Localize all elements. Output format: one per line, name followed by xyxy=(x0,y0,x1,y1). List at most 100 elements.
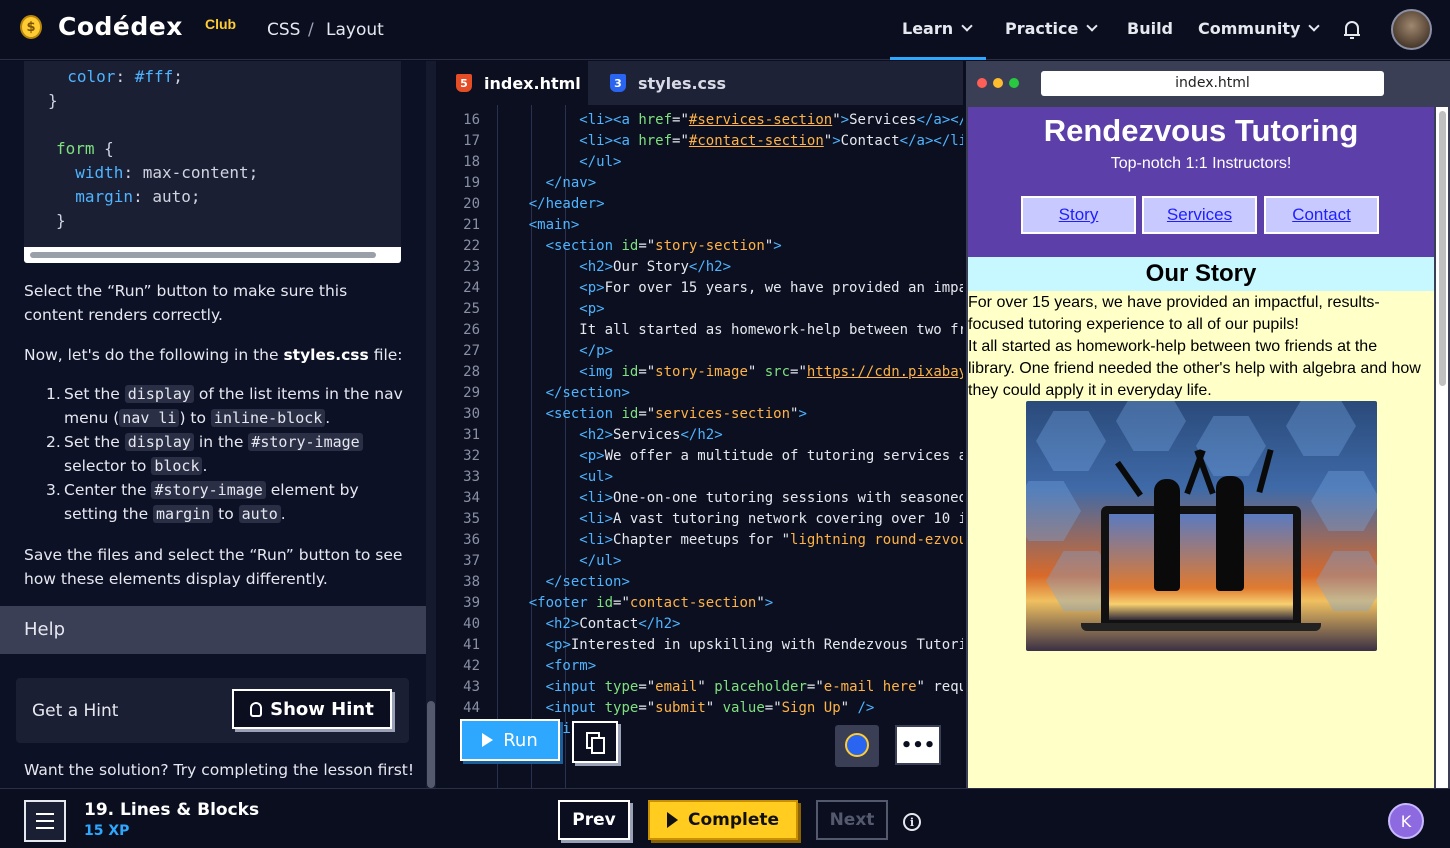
code-text[interactable]: <p> xyxy=(495,301,604,317)
code-line[interactable]: 28 <img id="story-image" src="https://cd… xyxy=(438,364,963,385)
code-line[interactable]: 34 <li>One-on-one tutoring sessions with… xyxy=(438,490,963,511)
code-text[interactable]: </header> xyxy=(495,196,605,212)
code-lines[interactable]: 16 <li><a href="#services-section">Servi… xyxy=(438,112,963,742)
info-icon[interactable]: i xyxy=(903,813,921,831)
code-text[interactable]: <li>One-on-one tutoring sessions with se… xyxy=(495,490,963,506)
story-paragraph-2: It all started as homework-help between … xyxy=(968,338,1421,399)
code-line[interactable]: 24 <p>For over 15 years, we have provide… xyxy=(438,280,963,301)
nav-practice[interactable]: Practice xyxy=(1005,19,1099,38)
lesson-menu-button[interactable] xyxy=(24,800,66,842)
scrollbar-thumb[interactable] xyxy=(30,252,376,258)
code-line[interactable]: 43 <input type="email" placeholder="e-ma… xyxy=(438,679,963,700)
scrollbar-thumb[interactable] xyxy=(1439,111,1446,386)
code-line[interactable]: 21 <main> xyxy=(438,217,963,238)
nav-build[interactable]: Build xyxy=(1127,19,1173,38)
nav-learn[interactable]: Learn xyxy=(902,19,973,38)
code-text[interactable]: <input type="submit" value="Sign Up" /> xyxy=(495,700,875,716)
code-text[interactable]: <h2>Services</h2> xyxy=(495,427,722,443)
complete-button[interactable]: Complete xyxy=(648,800,798,840)
breadcrumb-course[interactable]: CSS xyxy=(267,20,300,40)
code-line[interactable]: 42 <form> xyxy=(438,658,963,679)
code-text[interactable]: <section id="services-section"> xyxy=(495,406,807,422)
tab-index-html[interactable]: 5 index.html xyxy=(438,61,588,105)
code-line[interactable]: 20 </header> xyxy=(438,196,963,217)
code-text[interactable]: <section id="story-section"> xyxy=(495,238,782,254)
site-nav-services[interactable]: Services xyxy=(1142,196,1257,234)
logo-text[interactable]: Codédex xyxy=(58,12,183,41)
code-text[interactable]: <p>Interested in upskilling with Rendezv… xyxy=(495,637,963,653)
code-text[interactable]: <li><a href="#contact-section">Contact</… xyxy=(495,133,963,149)
lesson-panel-scrollbar[interactable] xyxy=(426,61,436,788)
site-nav-contact[interactable]: Contact xyxy=(1264,196,1379,234)
tab-styles-css[interactable]: 3 styles.css xyxy=(610,61,760,105)
person-silhouette xyxy=(1216,476,1244,591)
code-line[interactable]: 35 <li>A vast tutoring network covering … xyxy=(438,511,963,532)
code-text[interactable]: </ul> xyxy=(495,154,621,170)
code-text[interactable]: <main> xyxy=(495,217,580,233)
code-line[interactable]: 32 <p>We offer a multitude of tutoring s… xyxy=(438,448,963,469)
user-avatar[interactable] xyxy=(1391,9,1432,50)
nav-community[interactable]: Community xyxy=(1198,19,1321,38)
code-text[interactable]: <input type="email" placeholder="e-mail … xyxy=(495,679,963,695)
code-text[interactable]: <p>For over 15 years, we have provided a… xyxy=(495,280,963,296)
code-text[interactable]: <img id="story-image" src="https://cdn.p… xyxy=(495,364,963,380)
code-line[interactable]: 23 <h2>Our Story</h2> xyxy=(438,259,963,280)
code-line[interactable]: 16 <li><a href="#services-section">Servi… xyxy=(438,112,963,133)
next-button[interactable]: Next xyxy=(816,800,888,840)
prev-button[interactable]: Prev xyxy=(558,800,630,840)
code-line[interactable]: 39 <footer id="contact-section"> xyxy=(438,595,963,616)
code-line[interactable]: 41 <p>Interested in upskilling with Rend… xyxy=(438,637,963,658)
top-bar: $ Codédex Club CSS / Layout Learn Practi… xyxy=(0,0,1450,60)
code-text[interactable]: <form> xyxy=(495,658,597,674)
code-text[interactable]: <li>Chapter meetups for "lightning round… xyxy=(495,532,963,548)
code-line[interactable]: 40 <h2>Contact</h2> xyxy=(438,616,963,637)
code-text[interactable]: </p> xyxy=(495,343,613,359)
code-line[interactable]: 30 <section id="services-section"> xyxy=(438,406,963,427)
code-line[interactable]: 27 </p> xyxy=(438,343,963,364)
code-line[interactable]: 26 It all started as homework-help betwe… xyxy=(438,322,963,343)
code-text[interactable]: <h2>Our Story</h2> xyxy=(495,259,731,275)
breadcrumb-chapter[interactable]: Layout xyxy=(326,20,384,40)
user-avatar-initial[interactable]: K xyxy=(1388,803,1424,839)
bottom-bar: 19. Lines & Blocks 15 XP Prev Complete N… xyxy=(0,788,1450,848)
code-line[interactable]: 38 </section> xyxy=(438,574,963,595)
run-button[interactable]: Run xyxy=(460,719,560,761)
code-text[interactable]: <p>We offer a multitude of tutoring serv… xyxy=(495,448,963,464)
code-line[interactable]: 19 </nav> xyxy=(438,175,963,196)
help-section-header[interactable]: Help xyxy=(0,606,426,654)
code-text[interactable]: <h2>Contact</h2> xyxy=(495,616,681,632)
scrollbar-thumb[interactable] xyxy=(427,701,435,788)
preview-scrollbar[interactable] xyxy=(1436,107,1448,788)
nav-build-label: Build xyxy=(1127,19,1174,38)
show-hint-button[interactable]: Show Hint xyxy=(232,689,392,729)
site-nav-story[interactable]: Story xyxy=(1021,196,1136,234)
code-snippet-scrollbar[interactable] xyxy=(24,247,401,263)
css-code-snippet: color: #fff; } form { width: max-content… xyxy=(24,61,401,250)
code-line[interactable]: 17 <li><a href="#contact-section">Contac… xyxy=(438,133,963,154)
code-text[interactable]: </nav> xyxy=(495,175,597,191)
code-line[interactable]: 31 <h2>Services</h2> xyxy=(438,427,963,448)
code-line[interactable]: 29 </section> xyxy=(438,385,963,406)
code-line[interactable]: 33 <ul> xyxy=(438,469,963,490)
code-text[interactable]: </section> xyxy=(495,574,630,590)
code-line[interactable]: 37 </ul> xyxy=(438,553,963,574)
logo-coin-icon[interactable]: $ xyxy=(20,15,42,39)
code-text[interactable]: <li><a href="#services-section">Services… xyxy=(495,112,963,128)
code-text[interactable]: </ul> xyxy=(495,553,621,569)
more-options-button[interactable]: ••• xyxy=(895,725,941,765)
bell-icon[interactable] xyxy=(1340,18,1364,42)
code-line[interactable]: 36 <li>Chapter meetups for "lightning ro… xyxy=(438,532,963,553)
code-text[interactable]: <li>A vast tutoring network covering ove… xyxy=(495,511,963,527)
code-line[interactable]: 25 <p> xyxy=(438,301,963,322)
copy-button[interactable] xyxy=(572,721,618,763)
code-text[interactable]: <ul> xyxy=(495,469,613,485)
line-number: 30 xyxy=(463,406,480,422)
code-line[interactable]: 18 </ul> xyxy=(438,154,963,175)
ai-helper-button[interactable] xyxy=(835,725,879,767)
code-text[interactable]: </section> xyxy=(495,385,630,401)
code-text[interactable]: <footer id="contact-section"> xyxy=(495,595,773,611)
code-text[interactable]: It all started as homework-help between … xyxy=(495,322,963,338)
code-line[interactable]: 22 <section id="story-section"> xyxy=(438,238,963,259)
code-line[interactable]: 44 <input type="submit" value="Sign Up" … xyxy=(438,700,963,721)
